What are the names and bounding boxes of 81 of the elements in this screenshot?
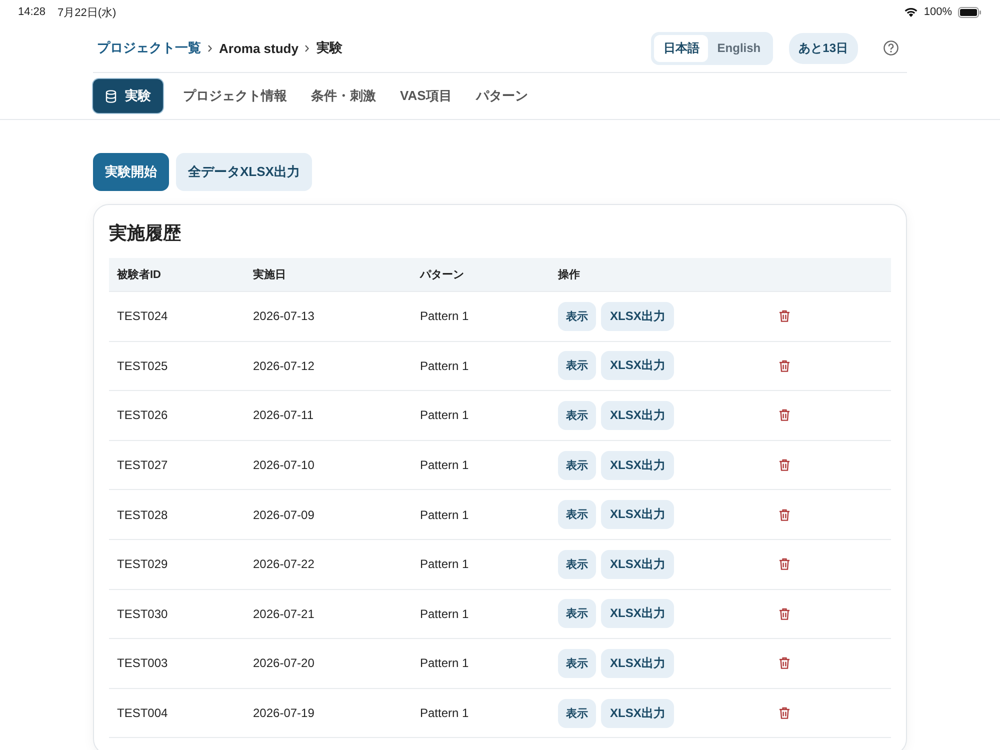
- column-header: 実施日: [253, 268, 286, 282]
- table-cell: Pattern 1: [420, 458, 469, 472]
- table-cell: 2026-07-11: [253, 408, 314, 422]
- trash-icon[interactable]: [779, 608, 790, 620]
- help-icon[interactable]: [883, 40, 899, 56]
- table-cell: 2026-07-20: [253, 656, 314, 670]
- export-button[interactable]: XLSX出力: [601, 400, 674, 430]
- trash-icon[interactable]: [779, 310, 790, 322]
- language-option[interactable]: English: [708, 34, 770, 62]
- view-button[interactable]: 表示: [558, 450, 596, 480]
- tab[interactable]: 実験: [93, 79, 163, 113]
- table-cell: Pattern 1: [420, 706, 469, 720]
- export-button[interactable]: XLSX出力: [601, 302, 674, 331]
- export-all-button[interactable]: 全データXLSX出力: [176, 153, 312, 191]
- tab[interactable]: VAS項目: [390, 79, 462, 113]
- view-button[interactable]: 表示: [558, 500, 596, 530]
- export-button[interactable]: XLSX出力: [601, 698, 674, 728]
- export-button[interactable]: XLSX出力: [601, 450, 674, 480]
- table-cell: TEST024: [117, 309, 168, 324]
- trash-icon[interactable]: [779, 508, 790, 521]
- breadcrumb-item: Aroma study: [219, 40, 298, 56]
- view-button[interactable]: 表示: [558, 599, 596, 628]
- start-button[interactable]: 実験開始: [93, 153, 169, 191]
- trash-icon[interactable]: [779, 409, 790, 422]
- table-cell: 2026-07-12: [253, 358, 314, 373]
- table-cell: Pattern 1: [420, 309, 469, 324]
- table-cell: 2026-07-19: [253, 706, 314, 720]
- view-button[interactable]: 表示: [558, 698, 596, 728]
- table-cell: TEST030: [117, 606, 168, 621]
- language-option[interactable]: 日本語: [654, 34, 708, 62]
- export-button[interactable]: XLSX出力: [601, 599, 674, 628]
- trash-icon[interactable]: [779, 459, 790, 472]
- breadcrumb-link[interactable]: プロジェクト一覧: [97, 39, 201, 57]
- table-cell: TEST029: [117, 557, 168, 572]
- table-cell: 2026-07-10: [253, 458, 314, 472]
- column-header: 操作: [558, 268, 580, 282]
- table-cell: Pattern 1: [420, 557, 469, 572]
- trash-icon[interactable]: [779, 558, 790, 570]
- chevron-icon: [305, 44, 310, 52]
- status-time: 14:28: [18, 6, 46, 18]
- tab[interactable]: プロジェクト情報: [173, 79, 297, 113]
- battery-icon: [958, 6, 982, 18]
- export-button[interactable]: XLSX出力: [601, 351, 674, 380]
- table-cell: TEST027: [117, 458, 168, 472]
- table-cell: Pattern 1: [420, 656, 469, 670]
- table-cell: Pattern 1: [420, 358, 469, 373]
- view-button[interactable]: 表示: [558, 400, 596, 430]
- table-cell: Pattern 1: [420, 606, 469, 621]
- table-cell: 2026-07-09: [253, 508, 314, 522]
- view-button[interactable]: 表示: [558, 550, 596, 579]
- table-cell: 2026-07-13: [253, 309, 314, 324]
- trash-icon[interactable]: [779, 360, 790, 372]
- table-cell: 2026-07-22: [253, 557, 314, 572]
- trial-badge: あと13日: [788, 32, 858, 64]
- table-cell: TEST028: [117, 508, 168, 522]
- table-cell: TEST003: [117, 656, 168, 670]
- status-date: 7月22日(水): [58, 6, 116, 20]
- wifi-icon: [904, 7, 918, 17]
- trash-icon[interactable]: [779, 657, 790, 670]
- export-button[interactable]: XLSX出力: [601, 648, 674, 678]
- column-header: 被験者ID: [117, 268, 161, 282]
- export-button[interactable]: XLSX出力: [601, 500, 674, 530]
- chevron-icon: [208, 44, 212, 52]
- view-button[interactable]: 表示: [558, 302, 596, 331]
- tab[interactable]: パターン: [466, 79, 538, 113]
- trash-icon[interactable]: [779, 707, 790, 720]
- view-button[interactable]: 表示: [558, 351, 596, 380]
- card-title: 実施履歴: [109, 222, 182, 245]
- table-cell: Pattern 1: [420, 408, 469, 422]
- breadcrumb-item: 実験: [316, 39, 342, 57]
- table-cell: TEST004: [117, 706, 168, 720]
- tab[interactable]: 条件・刺激: [301, 79, 386, 113]
- table-cell: Pattern 1: [420, 508, 469, 522]
- table-cell: TEST025: [117, 358, 168, 373]
- column-header: パターン: [420, 268, 464, 282]
- database-icon: [105, 90, 117, 102]
- table-cell: TEST026: [117, 408, 168, 422]
- view-button[interactable]: 表示: [558, 648, 596, 678]
- table-cell: 2026-07-21: [253, 606, 314, 621]
- battery-percent: 100%: [924, 6, 952, 18]
- export-button[interactable]: XLSX出力: [601, 550, 674, 579]
